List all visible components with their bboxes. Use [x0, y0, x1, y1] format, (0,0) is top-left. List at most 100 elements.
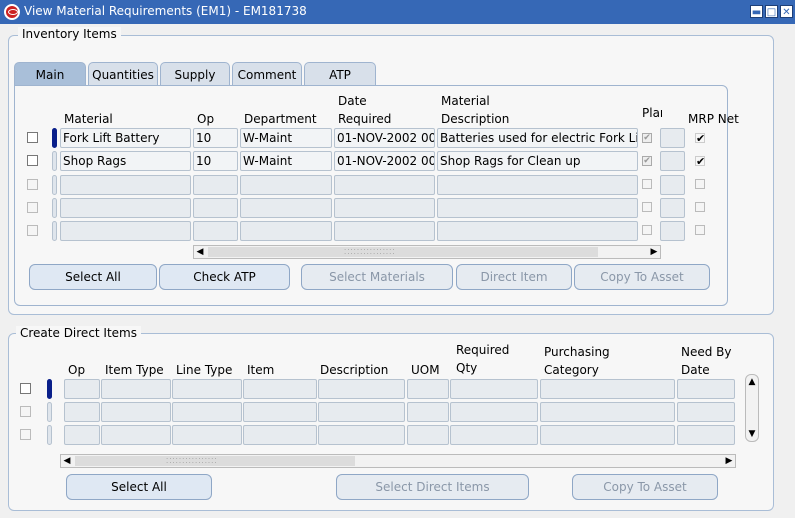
row-select-checkbox[interactable] [27, 132, 38, 143]
uom-cell[interactable] [407, 379, 449, 399]
inventory-horizontal-scrollbar[interactable]: ◀ ⁚⁚⁚⁚⁚⁚⁚⁚⁚⁚⁚⁚⁚⁚⁚⁚ ▶ [193, 245, 661, 259]
direct-items-vertical-scrollbar[interactable]: ▲ ▼ [745, 374, 759, 442]
tab-atp[interactable]: ATP [304, 62, 376, 86]
row-select-checkbox[interactable] [27, 202, 38, 213]
row-select-checkbox[interactable] [20, 383, 31, 394]
material-description-cell[interactable] [437, 175, 638, 195]
row-select-checkbox[interactable] [20, 406, 31, 417]
department-cell[interactable]: W-Maint [240, 128, 332, 148]
op-cell[interactable] [193, 221, 238, 241]
description-cell[interactable] [318, 402, 405, 422]
uom-cell[interactable] [407, 402, 449, 422]
planned-cell[interactable] [660, 151, 685, 171]
planned-cell[interactable] [660, 198, 685, 218]
oracle-app-icon [4, 4, 20, 20]
row-select-checkbox[interactable] [27, 179, 38, 190]
mrp-net-checkbox[interactable]: ✔ [695, 133, 705, 144]
scroll-left-icon[interactable]: ◀ [61, 455, 73, 467]
item-cell[interactable] [243, 425, 317, 445]
material-cell[interactable] [60, 175, 191, 195]
description-cell[interactable] [318, 379, 405, 399]
material-description-cell[interactable] [437, 221, 638, 241]
scrollbar-thumb[interactable] [208, 247, 598, 257]
op-cell[interactable] [193, 175, 238, 195]
op-cell[interactable] [193, 198, 238, 218]
planned-cell[interactable] [660, 128, 685, 148]
window-title-bar[interactable]: View Material Requirements (EM1) - EM181… [0, 0, 795, 24]
line-type-cell[interactable] [172, 402, 242, 422]
scroll-up-icon[interactable]: ▲ [746, 376, 758, 388]
row-select-checkbox[interactable] [20, 429, 31, 440]
uom-cell[interactable] [407, 425, 449, 445]
op-cell[interactable]: 10 [193, 128, 238, 148]
row-select-checkbox[interactable] [27, 155, 38, 166]
department-cell[interactable] [240, 221, 332, 241]
planned-checkbox [642, 179, 652, 189]
material-description-cell[interactable]: Batteries used for electric Fork Lifts [437, 128, 638, 148]
direct-copy-to-asset-button[interactable]: Copy To Asset [572, 474, 718, 500]
description-cell[interactable] [318, 425, 405, 445]
need-by-date-cell[interactable] [677, 402, 735, 422]
tab-main[interactable]: Main [14, 62, 86, 86]
material-cell[interactable] [60, 198, 191, 218]
material-cell[interactable]: Fork Lift Battery [60, 128, 191, 148]
select-all-button[interactable]: Select All [29, 264, 157, 290]
date-required-cell[interactable] [334, 198, 435, 218]
purchasing-category-cell[interactable] [540, 402, 675, 422]
date-required-cell[interactable]: 01-NOV-2002 00:0 [334, 151, 435, 171]
purchasing-category-cell[interactable] [540, 379, 675, 399]
material-description-cell[interactable]: Shop Rags for Clean up [437, 151, 638, 171]
scroll-right-icon[interactable]: ▶ [648, 246, 660, 258]
item-type-cell[interactable] [101, 402, 171, 422]
date-required-cell[interactable]: 01-NOV-2002 00:0 [334, 128, 435, 148]
check-atp-button[interactable]: Check ATP [159, 264, 290, 290]
material-cell[interactable] [60, 221, 191, 241]
line-type-cell[interactable] [172, 425, 242, 445]
scroll-down-icon[interactable]: ▼ [746, 428, 758, 440]
department-cell[interactable] [240, 198, 332, 218]
department-cell[interactable]: W-Maint [240, 151, 332, 171]
scroll-right-icon[interactable]: ▶ [723, 455, 735, 467]
direct-item-button[interactable]: Direct Item [456, 264, 572, 290]
mrp-net-checkbox[interactable] [695, 179, 705, 189]
department-cell[interactable] [240, 175, 332, 195]
item-cell[interactable] [243, 379, 317, 399]
maximize-icon[interactable]: □ [765, 5, 778, 18]
op-cell[interactable] [64, 379, 100, 399]
date-required-cell[interactable] [334, 221, 435, 241]
planned-cell[interactable] [660, 221, 685, 241]
date-required-cell[interactable] [334, 175, 435, 195]
row-select-checkbox[interactable] [27, 225, 38, 236]
select-direct-items-button[interactable]: Select Direct Items [336, 474, 529, 500]
direct-select-all-button[interactable]: Select All [66, 474, 212, 500]
copy-to-asset-button[interactable]: Copy To Asset [574, 264, 710, 290]
direct-items-horizontal-scrollbar[interactable]: ◀ ⁚⁚⁚⁚⁚⁚⁚⁚⁚⁚⁚⁚⁚⁚⁚⁚ ▶ [60, 454, 736, 468]
op-cell[interactable]: 10 [193, 151, 238, 171]
item-type-cell[interactable] [101, 425, 171, 445]
planned-cell[interactable] [660, 175, 685, 195]
tab-quantities[interactable]: Quantities [88, 62, 158, 86]
minimize-icon[interactable]: ▬ [750, 5, 763, 18]
mrp-net-checkbox[interactable]: ✔ [695, 156, 705, 167]
close-icon[interactable]: ✕ [780, 5, 793, 18]
col-header-line-type: Line Type [176, 363, 233, 377]
tab-comment[interactable]: Comment [232, 62, 302, 86]
scroll-left-icon[interactable]: ◀ [194, 246, 206, 258]
line-type-cell[interactable] [172, 379, 242, 399]
required-qty-cell[interactable] [450, 402, 538, 422]
material-cell[interactable]: Shop Rags [60, 151, 191, 171]
need-by-date-cell[interactable] [677, 379, 735, 399]
need-by-date-cell[interactable] [677, 425, 735, 445]
item-cell[interactable] [243, 402, 317, 422]
purchasing-category-cell[interactable] [540, 425, 675, 445]
select-materials-button[interactable]: Select Materials [301, 264, 453, 290]
op-cell[interactable] [64, 425, 100, 445]
item-type-cell[interactable] [101, 379, 171, 399]
mrp-net-checkbox[interactable] [695, 225, 705, 235]
required-qty-cell[interactable] [450, 379, 538, 399]
required-qty-cell[interactable] [450, 425, 538, 445]
op-cell[interactable] [64, 402, 100, 422]
material-description-cell[interactable] [437, 198, 638, 218]
mrp-net-checkbox[interactable] [695, 202, 705, 212]
tab-supply[interactable]: Supply [160, 62, 230, 86]
